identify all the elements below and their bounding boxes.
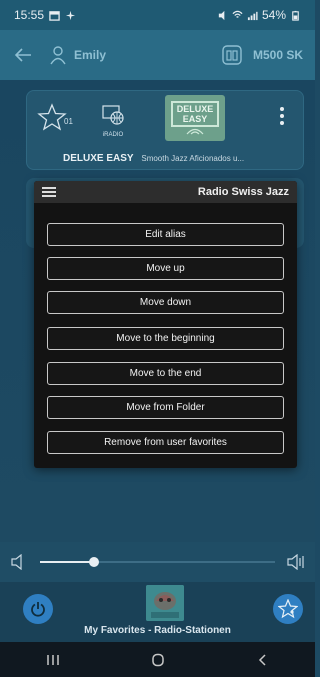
recent-apps-icon[interactable] <box>45 653 61 667</box>
logo-text-line1: DELUXE <box>176 104 214 114</box>
now-playing-artwork[interactable] <box>146 585 184 621</box>
iradio-source: iRADIO <box>100 105 126 138</box>
device-name: M500 SK <box>252 48 303 62</box>
station-name: DELUXE EASY <box>63 153 134 164</box>
system-nav-bar <box>0 642 315 677</box>
more-options-icon[interactable] <box>279 106 285 126</box>
speaker-device-icon <box>222 45 242 65</box>
device-selector[interactable]: M500 SK <box>219 44 303 66</box>
station-card[interactable]: 01 iRADIO DELUXE EASY DELUXE EASY Smooth… <box>26 90 304 170</box>
player-title: My Favorites - Radio-Stationen <box>84 625 231 636</box>
volume-down-icon[interactable] <box>10 554 28 570</box>
station-logo: DELUXE EASY <box>165 95 225 141</box>
volume-up-icon[interactable] <box>287 554 305 570</box>
source-label: iRADIO <box>102 132 124 138</box>
move-up-button[interactable]: Move up <box>47 257 284 280</box>
edit-alias-button[interactable]: Edit alias <box>47 223 284 246</box>
app-header: Emily M500 SK <box>0 30 315 80</box>
status-time: 15:55 <box>14 8 45 22</box>
signal-icon <box>247 11 258 20</box>
player-bar: My Favorites - Radio-Stationen <box>0 582 315 642</box>
station-logo-box: DELUXE EASY <box>170 101 220 127</box>
home-icon[interactable] <box>150 653 166 667</box>
context-menu-header: Radio Swiss Jazz <box>34 181 297 203</box>
favorite-number: 01 <box>64 117 73 126</box>
user-name: Emily <box>74 48 107 62</box>
user-icon <box>50 46 66 65</box>
fan-icon <box>65 10 76 20</box>
context-menu-title: Radio Swiss Jazz <box>197 186 289 198</box>
calendar-icon <box>49 10 60 21</box>
move-from-folder-button[interactable]: Move from Folder <box>47 396 284 419</box>
volume-knob[interactable] <box>89 557 100 567</box>
power-icon <box>31 602 45 617</box>
move-to-end-button[interactable]: Move to the end <box>47 362 284 385</box>
battery-percent: 54% <box>261 8 286 22</box>
back-icon[interactable] <box>255 653 271 667</box>
context-menu: Radio Swiss Jazz Edit alias Move up Move… <box>34 181 297 468</box>
station-description: Smooth Jazz Aficionados u... <box>141 154 245 163</box>
move-down-button[interactable]: Move down <box>47 291 284 314</box>
favorites-button[interactable] <box>273 594 303 624</box>
star-person-icon <box>278 599 298 619</box>
volume-slider[interactable] <box>40 557 275 567</box>
hamburger-menu-icon[interactable] <box>42 187 56 197</box>
user-selector[interactable]: Emily <box>50 45 106 65</box>
back-arrow-icon[interactable] <box>12 44 34 66</box>
remove-from-favorites-button[interactable]: Remove from user favorites <box>47 431 284 454</box>
volume-bar <box>0 542 315 582</box>
power-button[interactable] <box>23 594 53 624</box>
battery-icon <box>292 10 299 21</box>
internet-radio-icon <box>102 105 124 125</box>
volume-fill <box>40 561 95 563</box>
wave-icon <box>186 128 204 135</box>
favorite-star-icon[interactable] <box>37 103 67 131</box>
status-bar: 15:55 54% <box>0 0 315 30</box>
wifi-icon <box>232 10 243 18</box>
logo-text-line2: EASY <box>182 114 208 124</box>
move-to-beginning-button[interactable]: Move to the beginning <box>47 327 284 350</box>
station-name-row: DELUXE EASY Smooth Jazz Aficionados u... <box>63 153 244 164</box>
now-playing-logo <box>146 585 184 621</box>
mute-icon <box>218 10 225 20</box>
